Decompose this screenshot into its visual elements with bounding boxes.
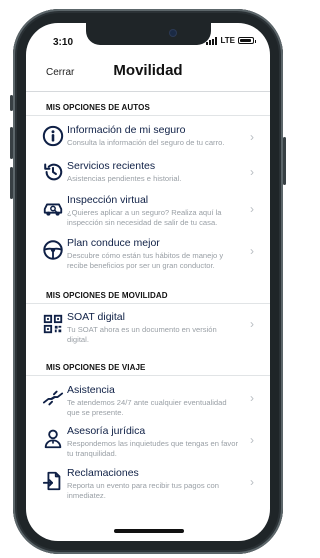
- notch: [86, 23, 211, 45]
- network-label: LTE: [220, 36, 235, 45]
- volume-down-button: [10, 167, 13, 199]
- status-time: 3:10: [53, 37, 74, 48]
- item-description: Respondemos las inquietudes que tengas e…: [67, 439, 238, 458]
- history-icon: [42, 161, 64, 183]
- item-title: SOAT digital: [67, 311, 125, 323]
- chevron-right-icon: ›: [250, 475, 254, 489]
- chevron-right-icon: ›: [250, 130, 254, 144]
- power-button: [283, 137, 286, 185]
- item-title: Plan conduce mejor: [67, 237, 160, 249]
- section-header-autos: MIS OPCIONES DE AUTOS: [46, 103, 150, 112]
- home-indicator[interactable]: [114, 529, 184, 533]
- chevron-right-icon: ›: [250, 317, 254, 331]
- qr-code-icon: [42, 313, 64, 335]
- item-description: ¿Quieres aplicar a un seguro? Realiza aq…: [67, 208, 222, 227]
- item-title: Servicios recientes: [67, 160, 156, 172]
- item-description: Descubre cómo están tus hábitos de manej…: [67, 251, 224, 270]
- item-description: Tu SOAT ahora es un documento en versión…: [67, 325, 217, 344]
- steering-wheel-icon: [42, 239, 64, 261]
- car-inspection-icon: [42, 198, 64, 220]
- section-header-movilidad: MIS OPCIONES DE MOVILIDAD: [46, 291, 168, 300]
- item-title: Reclamaciones: [67, 467, 139, 479]
- chevron-right-icon: ›: [250, 433, 254, 447]
- chevron-right-icon: ›: [250, 244, 254, 258]
- front-camera: [170, 30, 176, 36]
- item-title: Inspección virtual: [67, 194, 149, 206]
- item-description: Asistencias pendientes e historial.: [67, 174, 182, 183]
- mute-switch: [10, 95, 13, 111]
- item-title: Información de mi seguro: [67, 124, 186, 136]
- item-description: Te atendemos 24/7 ante cualquier eventua…: [67, 398, 227, 417]
- chevron-right-icon: ›: [250, 202, 254, 216]
- item-description: Reporta un evento para recibir tus pagos…: [67, 481, 219, 500]
- phone-screen: 3:10 LTE Cerrar Movilidad MIS OPCIONES D…: [26, 23, 270, 541]
- legal-advisor-icon: [42, 428, 64, 450]
- item-description: Consulta la información del seguro de tu…: [67, 138, 225, 147]
- item-title: Asesoría jurídica: [67, 425, 146, 437]
- divider: [26, 303, 270, 304]
- chevron-right-icon: ›: [250, 165, 254, 179]
- section-header-viaje: MIS OPCIONES DE VIAJE: [46, 363, 146, 372]
- info-icon: [42, 125, 64, 147]
- battery-icon: [238, 37, 256, 44]
- divider: [26, 115, 270, 116]
- volume-up-button: [10, 127, 13, 159]
- divider: [26, 375, 270, 376]
- chevron-right-icon: ›: [250, 391, 254, 405]
- status-indicators: LTE: [206, 36, 256, 45]
- item-title: Asistencia: [67, 384, 115, 396]
- nav-header: Cerrar Movilidad: [26, 53, 270, 92]
- claims-icon: [42, 470, 64, 492]
- assistance-icon: [42, 387, 64, 409]
- signal-icon: [206, 36, 218, 45]
- page-title: Movilidad: [113, 62, 183, 79]
